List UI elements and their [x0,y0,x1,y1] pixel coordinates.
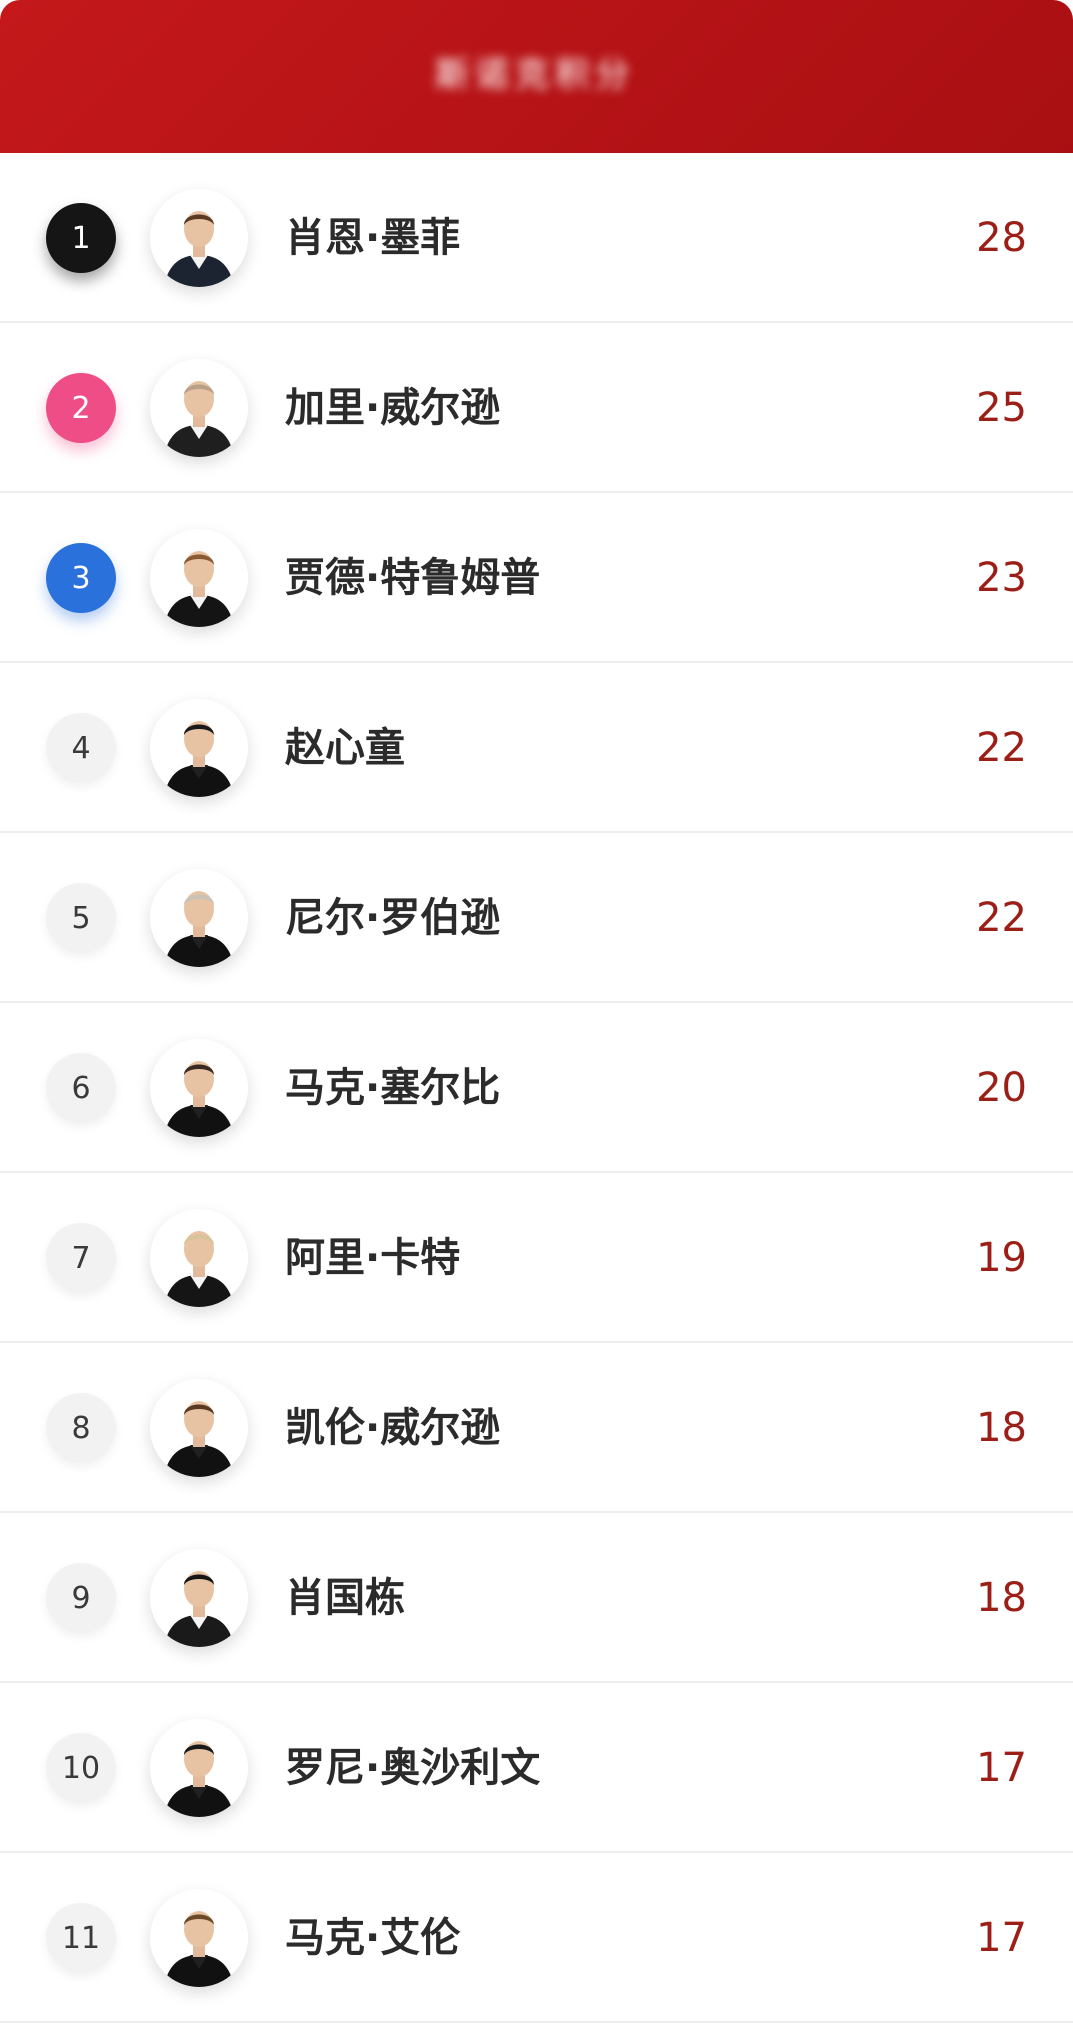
player-avatar [150,1889,248,1987]
player-name: 罗尼·奥沙利文 [285,1745,541,1791]
player-photo-icon [150,1549,248,1647]
ranking-row[interactable]: 3 贾德·特鲁姆普 23 [0,493,1073,663]
player-score: 28 [976,215,1027,261]
ranking-row[interactable]: 2 加里·威尔逊 25 [0,323,1073,493]
rank-badge: 2 [46,373,116,443]
player-avatar [150,699,248,797]
player-name: 贾德·特鲁姆普 [285,555,541,601]
rank-badge: 9 [46,1563,116,1633]
player-name: 肖国栋 [285,1575,405,1621]
player-avatar [150,529,248,627]
rank-badge: 10 [46,1733,116,1803]
ranking-row[interactable]: 1 肖恩·墨菲 28 [0,153,1073,323]
player-photo-icon [150,1719,248,1817]
rank-badge: 1 [46,203,116,273]
player-photo-icon [150,1209,248,1307]
rank-badge: 8 [46,1393,116,1463]
ranking-row[interactable]: 11 马克·艾伦 17 [0,1853,1073,2023]
rank-badge: 5 [46,883,116,953]
rank-badge: 3 [46,543,116,613]
player-score: 23 [976,555,1027,601]
player-avatar [150,1039,248,1137]
ranking-row[interactable]: 4 赵心童 22 [0,663,1073,833]
player-avatar [150,1209,248,1307]
ranking-row[interactable]: 10 罗尼·奥沙利文 17 [0,1683,1073,1853]
player-photo-icon [150,1039,248,1137]
rank-badge: 4 [46,713,116,783]
player-name: 阿里·卡特 [285,1235,461,1281]
header-bar: 斯诺克积分 [0,0,1073,153]
rank-badge: 11 [46,1903,116,1973]
player-photo-icon [150,1379,248,1477]
player-photo-icon [150,359,248,457]
ranking-list: 1 肖恩·墨菲 28 2 加里·威尔逊 25 3 贾德·特鲁姆普 23 4 赵心童 22 5 尼尔·罗伯逊… [0,153,1073,2023]
player-score: 17 [976,1745,1027,1791]
player-name: 赵心童 [285,725,405,771]
player-avatar [150,1719,248,1817]
player-score: 18 [976,1405,1027,1451]
player-avatar [150,1549,248,1647]
player-photo-icon [150,529,248,627]
page-title: 斯诺克积分 [435,55,635,95]
player-score: 22 [976,895,1027,941]
player-name: 凯伦·威尔逊 [285,1405,501,1451]
player-avatar [150,869,248,967]
player-score: 19 [976,1235,1027,1281]
player-score: 25 [976,385,1027,431]
player-photo-icon [150,189,248,287]
player-score: 20 [976,1065,1027,1111]
rank-badge: 6 [46,1053,116,1123]
player-name: 马克·艾伦 [285,1915,461,1961]
player-score: 17 [976,1915,1027,1961]
ranking-row[interactable]: 5 尼尔·罗伯逊 22 [0,833,1073,1003]
player-avatar [150,359,248,457]
player-score: 18 [976,1575,1027,1621]
ranking-row[interactable]: 7 阿里·卡特 19 [0,1173,1073,1343]
player-avatar [150,1379,248,1477]
player-name: 肖恩·墨菲 [285,215,461,261]
player-photo-icon [150,699,248,797]
player-name: 马克·塞尔比 [285,1065,501,1111]
rank-badge: 7 [46,1223,116,1293]
player-name: 尼尔·罗伯逊 [285,895,501,941]
ranking-row[interactable]: 8 凯伦·威尔逊 18 [0,1343,1073,1513]
ranking-row[interactable]: 9 肖国栋 18 [0,1513,1073,1683]
player-photo-icon [150,869,248,967]
player-score: 22 [976,725,1027,771]
player-photo-icon [150,1889,248,1987]
ranking-row[interactable]: 6 马克·塞尔比 20 [0,1003,1073,1173]
player-name: 加里·威尔逊 [285,385,501,431]
player-avatar [150,189,248,287]
